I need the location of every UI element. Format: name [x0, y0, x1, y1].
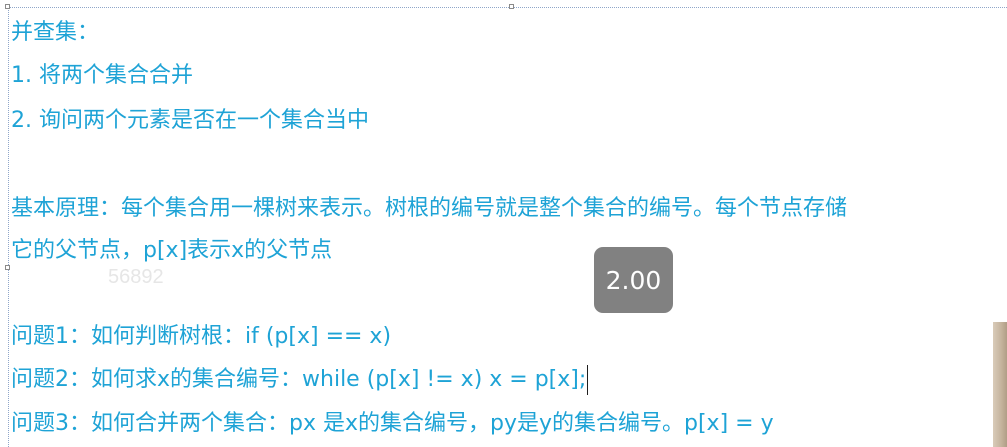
playback-speed-badge: 2.00 [594, 247, 673, 313]
resize-handle-top-left[interactable] [5, 4, 10, 9]
textbox-border-top [8, 7, 1007, 8]
resize-handle-middle-left[interactable] [5, 265, 10, 270]
text-cursor [587, 365, 589, 395]
note-question-2: 问题2：如何求x的集合编号：while (p[x] != x) x = p[x]… [11, 367, 587, 392]
note-item-1: 1. 将两个集合合并 [11, 63, 193, 88]
note-principle-line-1: 基本原理：每个集合用一棵树来表示。树根的编号就是整个集合的编号。每个节点存储 [11, 196, 848, 221]
note-title: 并查集： [11, 20, 100, 45]
textbox-border-left [8, 7, 9, 447]
watermark-id: 56892 [108, 266, 164, 288]
note-principle-line-2: 它的父节点，p[x]表示x的父节点 [11, 238, 333, 263]
note-question-3: 问题3：如何合并两个集合：px 是x的集合编号，py是y的集合编号。p[x] =… [11, 411, 774, 436]
note-item-2: 2. 询问两个元素是否在一个集合当中 [11, 108, 369, 133]
webcam-overlay-edge [993, 322, 1007, 447]
note-question-1: 问题1：如何判断树根：if (p[x] == x) [11, 324, 392, 349]
resize-handle-top-middle[interactable] [509, 4, 514, 9]
note-question-2-row[interactable]: 问题2：如何求x的集合编号：while (p[x] != x) x = p[x]… [11, 365, 589, 395]
